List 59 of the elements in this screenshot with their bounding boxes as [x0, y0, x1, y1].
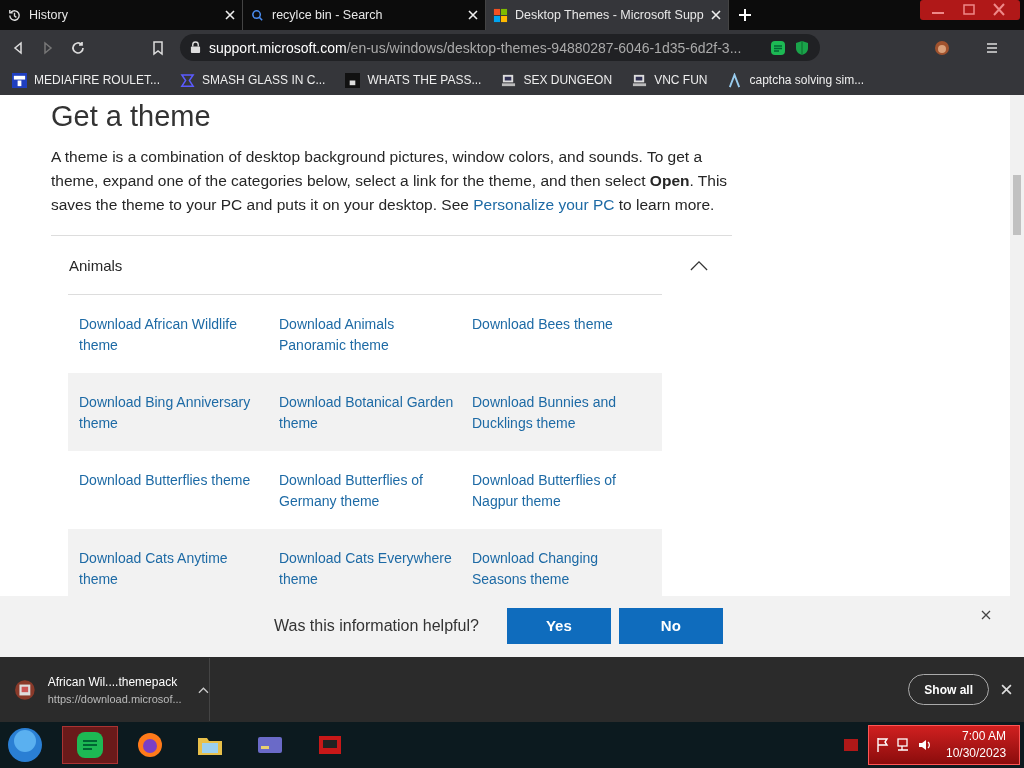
feedback-button[interactable]: No	[618, 607, 723, 644]
lock-icon	[345, 72, 361, 88]
intro-paragraph: A theme is a combination of desktop background pictures, window colors, and sounds. To get a theme, expand one of the categories below, select a link for the theme, and then select Open. This saves the theme to your PC and puts it on your desktop. See Personalize your PC to learn more.	[51, 147, 729, 215]
browser-tab[interactable]: Desktop Themes - Microsoft Supp	[486, 0, 729, 30]
date-text: 10/30/2023	[946, 745, 1007, 762]
new-tab-icon[interactable]	[737, 7, 753, 23]
feedback-button[interactable]: Yes	[506, 607, 611, 644]
caret-icon[interactable]	[198, 685, 209, 694]
time-text: 7:00 AM	[962, 728, 1007, 745]
theme-download-link[interactable]: Download Bing Anniversary theme	[79, 392, 279, 434]
browser-app-icon	[136, 731, 164, 759]
search-icon	[250, 7, 265, 23]
clock[interactable]: 7:00 AM 10/30/2023	[946, 728, 1007, 762]
flag-icon[interactable]	[875, 737, 891, 753]
address-bar[interactable]: support.microsoft.com/en-us/windows/desktop-themes-94880287-6046-1d35-6d2f-3...	[180, 34, 820, 61]
theme-download-link[interactable]: Download Butterflies of Nagpur theme	[472, 470, 662, 512]
close-icon[interactable]	[980, 609, 991, 620]
theme-download-link[interactable]: Download Cats Everywhere theme	[279, 548, 472, 590]
theme-download-link[interactable]: Download Cats Anytime theme	[79, 548, 279, 590]
bookmark[interactable]: MEDIAFIRE ROULET...	[12, 72, 161, 88]
avatar-icon[interactable]	[934, 39, 950, 56]
scrollbar[interactable]	[1010, 95, 1024, 655]
bookmark-icon[interactable]	[150, 39, 166, 56]
start-button-icon[interactable]	[7, 727, 43, 763]
theme-download-link[interactable]: Download Bunnies and Ducklings theme	[472, 392, 662, 434]
theme-download-link[interactable]: Download Butterflies of Germany theme	[279, 470, 472, 512]
personalize-link[interactable]: Personalize your PC	[473, 196, 615, 213]
bookmark[interactable]: SMASH GLASS IN C...	[180, 72, 326, 88]
theme-download-link[interactable]: Download Animals Panoramic theme	[279, 314, 472, 356]
bookmark[interactable]: VNC FUN	[632, 72, 708, 88]
bookmark[interactable]: captcha solving sim...	[727, 72, 865, 88]
bookmark[interactable]: SEX DUNGEON	[501, 72, 613, 88]
theme-download-link[interactable]: Download Bees theme	[472, 314, 662, 335]
volume-icon[interactable]	[917, 737, 933, 753]
page-heading: Get a theme	[51, 99, 212, 134]
window-controls[interactable]	[920, 0, 1020, 20]
theme-download-link[interactable]: Download Changing Seasons theme	[472, 548, 662, 590]
file-url: https://download.microsof...	[47, 692, 183, 705]
file-name: African Wil....themepack	[47, 674, 179, 689]
theme-download-link[interactable]: Download Botanical Garden theme	[279, 392, 472, 434]
theme-download-link[interactable]: Download African Wildlife theme	[79, 314, 279, 356]
bookmark-favicon-icon	[12, 72, 27, 88]
lock-icon	[190, 41, 201, 54]
history-icon	[7, 7, 22, 23]
shield-icon[interactable]	[794, 39, 810, 56]
taskbar-app[interactable]	[62, 726, 118, 764]
theme-download-link[interactable]: Download Butterflies theme	[79, 470, 279, 491]
computer-icon	[632, 72, 648, 88]
notes-app-icon	[76, 731, 104, 759]
download-item[interactable]: African Wil....themepack https://download.microsof...	[0, 658, 210, 721]
lambda-icon	[727, 72, 743, 88]
notes-extension-icon[interactable]	[770, 39, 786, 56]
feedback-question: Was this information helpful?	[274, 616, 479, 635]
file-icon	[14, 678, 36, 701]
reload-icon[interactable]	[70, 39, 86, 56]
computer-icon	[501, 72, 517, 88]
windows-logo-icon	[493, 7, 508, 23]
accordion-header[interactable]: Animals	[51, 236, 732, 294]
bookmark[interactable]: WHATS THE PASS...	[345, 72, 482, 88]
